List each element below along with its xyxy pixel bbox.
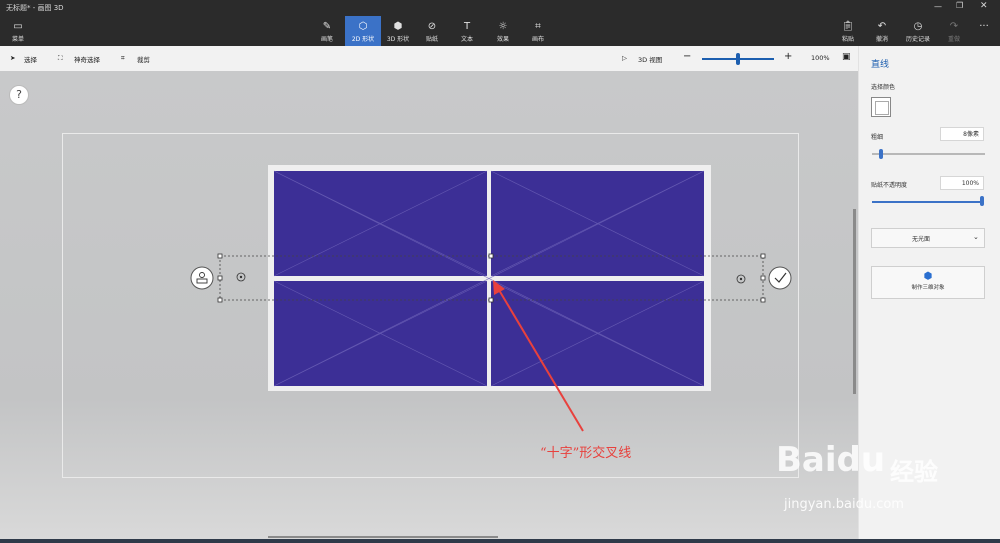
thickness-field[interactable]: 8像素	[940, 127, 984, 141]
opacity-field[interactable]: 100%	[940, 176, 984, 190]
tool-2d-shapes[interactable]: ⬡ 2D 形状	[345, 16, 381, 46]
title-bar: 无标题* - 画图 3D — ❐ ✕	[0, 0, 1000, 16]
close-icon[interactable]: ✕	[980, 1, 988, 11]
undo-label: 撤消	[875, 36, 888, 43]
zoom-slider[interactable]	[702, 53, 774, 65]
toolbar: ➤ 选择 ⛶ 神奇选择 ⌗ 裁剪 ▷ 3D 视图 − + 100% ▣	[0, 46, 858, 72]
tool-label: 文本	[460, 36, 473, 43]
annotation-text: “十字”形交叉线	[540, 446, 632, 461]
drawing-svg	[190, 165, 792, 432]
more-icon: ···	[979, 21, 989, 32]
3d-view-icon: ▷	[622, 54, 627, 62]
horizontal-scrollbar[interactable]	[268, 536, 498, 538]
fit-view-icon[interactable]: ▣	[842, 52, 851, 62]
3d-shapes-icon: ⬢	[393, 21, 403, 32]
cube-icon: ⬢	[923, 271, 933, 282]
tool-label: 画布	[531, 36, 544, 43]
select-button[interactable]: 选择	[24, 54, 37, 64]
vertical-scrollbar[interactable]	[853, 209, 856, 394]
thickness-slider[interactable]	[872, 153, 985, 155]
magic-select-icon: ⛶	[58, 54, 63, 62]
3d-view-button[interactable]: 3D 视图	[638, 54, 662, 64]
confirm-button[interactable]	[768, 266, 792, 290]
crop-button[interactable]: 裁剪	[137, 54, 150, 64]
paste-label: 粘贴	[841, 36, 854, 43]
paste-button[interactable]: 📋︎ 粘贴	[830, 16, 866, 46]
undo-button[interactable]: ↶ 撤消	[864, 16, 900, 46]
tool-label: 3D 形状	[386, 36, 410, 43]
select-color-label: 选择颜色	[871, 84, 896, 91]
menu-button[interactable]: ▭ 菜单	[0, 16, 36, 46]
more-button[interactable]: ···	[966, 16, 1000, 46]
window-title: 无标题* - 画图 3D	[6, 4, 64, 12]
folder-icon: ▭	[13, 21, 23, 32]
zoom-out-button[interactable]: −	[683, 51, 691, 62]
baidu-logo: Baidu	[776, 440, 885, 480]
undo-icon: ↶	[877, 21, 887, 32]
zoom-in-button[interactable]: +	[784, 51, 792, 62]
tool-3d-shapes[interactable]: ⬢ 3D 形状	[380, 16, 416, 46]
cap-dropdown[interactable]: 无光面 ⌄	[871, 228, 985, 248]
text-icon: T	[463, 21, 471, 32]
canvas-area[interactable]: ? “十字”形交叉线	[0, 71, 858, 539]
tool-brush[interactable]: ✎ 画笔	[309, 16, 345, 46]
stamp-button[interactable]	[190, 266, 214, 290]
watermark-brand: Bai	[776, 440, 837, 480]
magic-select-button[interactable]: 神奇选择	[74, 54, 100, 64]
zoom-slider-thumb[interactable]	[736, 53, 740, 65]
tool-text[interactable]: T 文本	[449, 16, 485, 46]
zoom-level: 100%	[811, 54, 830, 62]
color-swatch[interactable]	[871, 97, 891, 117]
stickers-icon: ⊘	[427, 21, 437, 32]
brush-icon: ✎	[322, 21, 332, 32]
opacity-slider-thumb[interactable]	[980, 196, 984, 206]
ribbon: ▭ 菜单 ✎ 画笔 ⬡ 2D 形状 ⬢ 3D 形状 ⊘ 贴纸 T 文本 ☼ 效果…	[0, 16, 1000, 46]
canvas-icon: ⌗	[535, 21, 541, 32]
panel-title: 直线	[871, 60, 890, 70]
tool-label: 贴纸	[425, 36, 438, 43]
menu-label: 菜单	[11, 36, 24, 43]
tool-label: 效果	[496, 36, 509, 43]
thickness-slider-thumb[interactable]	[879, 149, 884, 159]
tool-effects[interactable]: ☼ 效果	[485, 16, 521, 46]
chevron-down-icon: ⌄	[973, 233, 979, 241]
effects-icon: ☼	[498, 21, 508, 32]
tool-label: 画笔	[320, 36, 333, 43]
cursor-icon: ➤	[10, 54, 16, 62]
watermark-brand2: du	[836, 440, 886, 480]
crop-icon: ⌗	[121, 54, 125, 62]
cap-dropdown-value: 无光面	[912, 236, 931, 243]
thickness-label: 粗细	[871, 134, 884, 141]
tool-stickers[interactable]: ⊘ 贴纸	[414, 16, 450, 46]
make-3d-button[interactable]: ⬢ 制作三维对象	[871, 266, 985, 299]
watermark-url: jingyan.baidu.com	[784, 497, 904, 512]
history-label: 历史记录	[905, 36, 930, 43]
opacity-slider[interactable]	[872, 201, 982, 203]
redo-label: 重做	[947, 36, 960, 43]
watermark-cn: 经验	[890, 458, 938, 486]
2d-shapes-icon: ⬡	[358, 21, 368, 32]
maximize-icon[interactable]: ❐	[956, 1, 963, 10]
minimize-icon[interactable]: —	[934, 2, 942, 11]
paste-icon: 📋︎	[841, 21, 855, 32]
tool-canvas[interactable]: ⌗ 画布	[520, 16, 556, 46]
history-button[interactable]: ◷ 历史记录	[900, 16, 936, 46]
tool-label: 2D 形状	[351, 36, 375, 43]
taskbar-strip	[0, 539, 1000, 543]
make-3d-label: 制作三维对象	[911, 285, 945, 291]
opacity-label: 贴纸不透明度	[871, 182, 908, 189]
history-icon: ◷	[913, 21, 923, 32]
